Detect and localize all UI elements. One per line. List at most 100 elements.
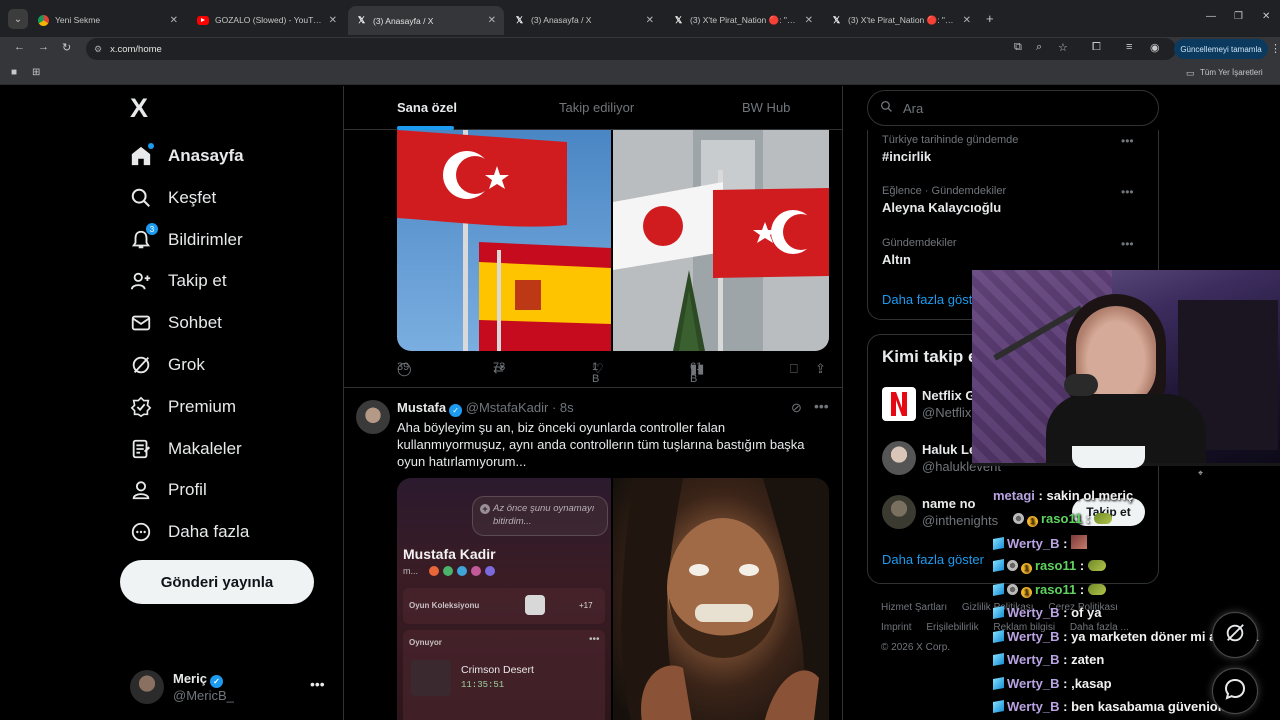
sidebar-item-profile[interactable]: Profil [130, 475, 207, 505]
tweet-media-flags[interactable] [397, 130, 829, 351]
chat-username: raso11 [1035, 558, 1077, 573]
more-dots-icon[interactable]: ••• [1121, 134, 1134, 148]
game-thumbnail [525, 595, 545, 615]
search-input[interactable]: Ara [867, 90, 1159, 126]
sidebar-item-label: Makaleler [168, 439, 242, 458]
apps-grid-icon[interactable]: ⊞ [32, 67, 40, 78]
browser-tab-x-home[interactable]: 𝕏 (3) Anasayfa / X ✕ [506, 8, 662, 32]
account-switcher[interactable]: Meriç ✓ @MericB_ ••• [130, 670, 330, 706]
more-icon [130, 521, 152, 543]
tab-following[interactable]: Takip ediliyor [559, 100, 634, 115]
close-icon[interactable]: ✕ [488, 15, 496, 26]
chat-username: Werty_B [1007, 699, 1060, 714]
close-icon[interactable]: ✕ [170, 15, 178, 26]
sidebar-item-more[interactable]: Daha fazla [130, 517, 249, 547]
search-icon [130, 187, 152, 209]
profile-icon[interactable]: ◉ [1150, 41, 1160, 54]
address-bar[interactable]: ⚙ x.com/home [86, 38, 1176, 60]
flag-image-right[interactable] [613, 130, 829, 351]
maximize-icon[interactable]: ❐ [1234, 11, 1243, 22]
site-info-icon[interactable]: ⚙ [94, 44, 102, 55]
browser-toolbar: ← → ↻ ⚙ x.com/home ⧉ ⌕ ☆ ⧠ ≡ ◉ Güncellem… [0, 37, 1280, 61]
flag-image-left[interactable] [397, 130, 611, 351]
separator-dot: · [551, 400, 560, 415]
chat-message: Werty_B : of ya [993, 605, 1101, 620]
more-dots-icon[interactable]: ••• [814, 398, 829, 414]
reaction-image[interactable] [613, 478, 829, 720]
tweet-time[interactable]: 8s [560, 400, 574, 415]
trend-item[interactable]: Türkiye tarihinde gündemde #incirlik [882, 134, 1018, 164]
x-logo-icon[interactable]: X [130, 95, 154, 122]
account-handle: @MericB_ [173, 688, 234, 703]
trend-item[interactable]: Eğlence · Gündemdekiler Aleyna Kalaycıoğ… [882, 185, 1006, 215]
browser-tabstrip: ⌄ Yeni Sekme ✕ GOZALO (Slowed) - YouTube… [0, 0, 1280, 37]
bookmark-star-icon[interactable]: ☆ [1058, 41, 1068, 54]
author-name[interactable]: Mustafa [397, 400, 446, 415]
tab-bw-hub[interactable]: BW Hub [742, 100, 790, 115]
suggestion-name: Haluk Le [922, 442, 977, 457]
browser-tab-pirat-1[interactable]: 𝕏 (3) X'te Pirat_Nation 🔴: "Capcom ✕ [665, 8, 821, 32]
show-more-trends-link[interactable]: Daha fazla göster [882, 292, 984, 307]
feed-tabs: Sana özel Takip ediliyor BW Hub [344, 86, 842, 130]
media-control-icon[interactable]: ≡ [1126, 41, 1132, 53]
discord-screenshot-image[interactable]: + Az önce şunu oynamayı bitirdim... Must… [397, 478, 611, 720]
tab-group-icon[interactable]: ■ [11, 67, 17, 78]
messages-float-button[interactable] [1212, 668, 1258, 714]
new-tab-button[interactable]: + [986, 11, 994, 26]
sidebar-item-chat[interactable]: Sohbet [130, 308, 222, 338]
sidebar-item-notifications[interactable]: 3 Bildirimler [130, 223, 243, 255]
browser-tab-youtube[interactable]: GOZALO (Slowed) - YouTube ✕ [189, 8, 345, 32]
chat-message: Werty_B : [993, 535, 1090, 551]
chat-username: raso11 [1035, 582, 1077, 597]
browser-tab-new[interactable]: Yeni Sekme ✕ [30, 8, 186, 32]
avatar[interactable] [356, 400, 390, 434]
reload-icon[interactable]: ↻ [62, 41, 71, 54]
forward-icon[interactable]: → [38, 41, 49, 53]
browser-menu-icon[interactable]: ⋮ [1270, 42, 1280, 55]
grok-icon[interactable]: ⊘ [791, 400, 802, 416]
close-icon[interactable]: ✕ [963, 15, 971, 26]
back-icon[interactable]: ← [14, 41, 25, 53]
more-dots-icon[interactable]: ••• [1121, 237, 1134, 251]
footer-link[interactable]: Erişilebilirlik [926, 622, 978, 633]
install-app-icon[interactable]: ⧉ [1014, 41, 1022, 54]
zoom-icon[interactable]: ⌕ [1036, 41, 1042, 54]
close-icon[interactable]: ✕ [646, 15, 654, 26]
footer-link[interactable]: Hizmet Şartları [881, 602, 947, 613]
notification-badge: 3 [146, 223, 158, 235]
footer-link[interactable]: Imprint [881, 622, 912, 633]
sidebar-item-home[interactable]: Anasayfa [130, 141, 244, 171]
browser-tab-pirat-2[interactable]: 𝕏 (3) X'te Pirat_Nation 🔴: "Capcom ✕ [823, 8, 979, 32]
extensions-icon[interactable]: ⧠ [1092, 41, 1101, 54]
sidebar-item-premium[interactable]: Premium [130, 392, 236, 422]
post-button[interactable]: Gönderi yayınla [120, 560, 314, 604]
badge-icon [471, 566, 481, 576]
grok-float-button[interactable] [1212, 612, 1258, 658]
close-icon[interactable]: ✕ [805, 15, 813, 26]
search-icon [880, 100, 893, 116]
follow-button-partial[interactable] [1072, 446, 1145, 468]
chat-message: 1 raso11 : [993, 558, 1109, 574]
browser-tab-x-home-active[interactable]: 𝕏 (3) Anasayfa / X ✕ [348, 6, 504, 35]
more-dots-icon[interactable]: ••• [310, 676, 325, 692]
author-handle[interactable]: @MstafaKadir [466, 400, 549, 415]
tweet-media[interactable]: + Az önce şunu oynamayı bitirdim... Must… [397, 478, 829, 720]
update-button[interactable]: Güncellemeyi tamamla [1174, 39, 1268, 59]
cube-icon [993, 606, 1004, 619]
show-more-follow-link[interactable]: Daha fazla göster [882, 552, 984, 567]
all-bookmarks-link[interactable]: Tüm Yer İşaretleri [1200, 68, 1263, 77]
x-icon: 𝕏 [357, 15, 366, 25]
sidebar-item-grok[interactable]: Grok [130, 350, 205, 380]
tab-for-you[interactable]: Sana özel [397, 100, 457, 115]
more-dots-icon[interactable]: ••• [1121, 185, 1134, 199]
window-close-icon[interactable]: ✕ [1262, 11, 1270, 22]
sidebar-item-follow[interactable]: Takip et [130, 266, 227, 296]
tab-search-button[interactable]: ⌄ [8, 9, 28, 29]
close-icon[interactable]: ✕ [329, 15, 337, 26]
minimize-icon[interactable]: — [1206, 11, 1216, 22]
coin-icon: 1 [1027, 516, 1038, 527]
trend-item[interactable]: Gündemdekiler Altın [882, 237, 957, 267]
tab-title: (3) X'te Pirat_Nation 🔴: "Capcom [848, 14, 957, 25]
sidebar-item-explore[interactable]: Keşfet [130, 183, 216, 213]
sidebar-item-articles[interactable]: Makaleler [130, 434, 242, 464]
